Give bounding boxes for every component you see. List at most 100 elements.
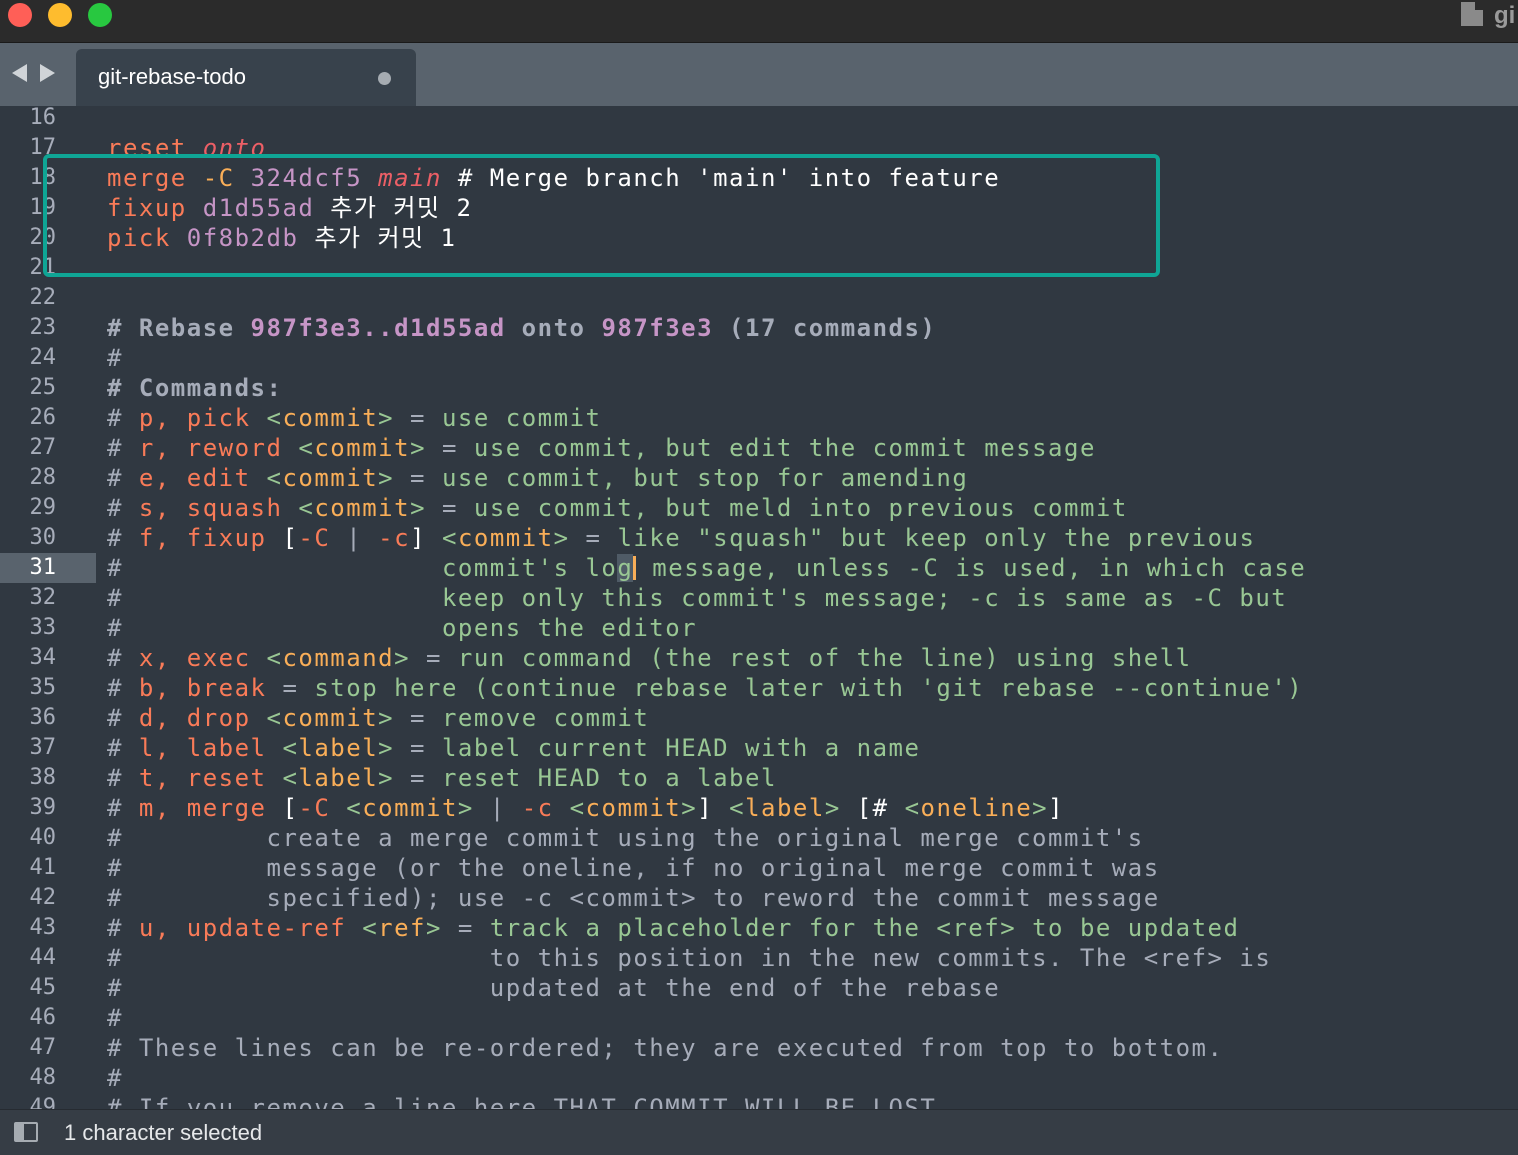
code-token: ] <box>410 524 442 552</box>
code-token: = <box>441 914 490 942</box>
code-token: to this position in the new commits. The… <box>489 944 1272 972</box>
code-token: d, drop <box>138 704 267 732</box>
tab-git-rebase-todo[interactable]: git-rebase-todo <box>76 49 416 106</box>
code-token: command <box>282 644 395 672</box>
code-token: -c <box>521 794 570 822</box>
unsaved-dot-icon[interactable] <box>378 72 391 85</box>
code-token: # s, squash <commit> = use commit, but m… <box>107 493 1128 523</box>
code-token: # create a merge commit using the origin… <box>107 824 1144 852</box>
text-selection: g <box>617 554 634 582</box>
code-token: merge <box>107 164 203 192</box>
line-number: 42 <box>29 885 57 910</box>
minimize-window-button[interactable] <box>48 3 72 27</box>
code-token: # specified); use -c <commit> to reword … <box>107 884 1160 912</box>
code-token: # r, reword <commit> = use commit, but e… <box>107 433 1096 463</box>
code-token: 추가 커밋 2 <box>330 194 473 222</box>
code-token: [ <box>282 794 299 822</box>
code-token: # p, pick <commit> = use commit <box>107 403 601 433</box>
title-bar: gi <box>0 0 1518 43</box>
line-number: 33 <box>29 615 57 640</box>
code-token: -C <box>298 794 347 822</box>
code-token: < <box>266 404 283 432</box>
code-token: # d, drop <commit> = remove commit <box>107 703 649 733</box>
code-token: < <box>282 734 299 762</box>
code-token: p, pick <box>138 404 267 432</box>
code-token: # Commands: <box>107 374 283 402</box>
code-token: keep only this commit's message; -c is s… <box>441 584 1288 612</box>
code-editor[interactable]: 16 17 reset onto 18 merge -C 324dcf5 main … <box>0 106 1518 1109</box>
code-token: > <box>457 794 474 822</box>
code-token: < <box>362 914 379 942</box>
code-token: < <box>282 764 299 792</box>
code-token: # <box>107 404 139 432</box>
line-number: 24 <box>29 345 57 370</box>
code-token: # <box>107 494 139 522</box>
code-token: commit <box>362 794 458 822</box>
line-number: 25 <box>29 375 57 400</box>
code-token: run command (the rest of the line) using… <box>457 644 1192 672</box>
code-token: commit <box>314 494 411 522</box>
line-number: 35 <box>29 675 57 700</box>
code-token: # <box>107 1064 123 1092</box>
code-token: # <box>107 464 139 492</box>
line-number: 34 <box>29 645 57 670</box>
close-window-button[interactable] <box>8 3 32 27</box>
code-token: # m, merge [-C <commit> | -c <commit>] <… <box>107 793 1064 823</box>
code-token: > <box>824 794 841 822</box>
line-number: 17 <box>29 135 57 160</box>
code-token: -C <box>202 164 251 192</box>
code-token: # u, update-ref <ref> = track a placehol… <box>107 913 1239 943</box>
code-token: f, fixup <box>138 524 283 552</box>
line-number: 36 <box>29 705 57 730</box>
code-token: = <box>394 464 442 492</box>
code-token: opens the editor <box>441 614 698 642</box>
line-number: 32 <box>29 585 57 610</box>
code-token: remove commit <box>441 704 650 732</box>
code-token: ] <box>697 794 730 822</box>
code-token: # t, reset <label> = reset HEAD to a lab… <box>107 763 777 793</box>
line-number: 47 <box>29 1035 57 1060</box>
code-token: # x, exec <command> = run command (the r… <box>107 643 1192 673</box>
code-token: # l, label <label> = label current HEAD … <box>107 733 920 763</box>
code-token: > <box>378 404 395 432</box>
code-token: = <box>394 704 442 732</box>
code-token: > <box>426 914 442 942</box>
code-token: reset onto <box>107 133 267 163</box>
forward-arrow-icon[interactable] <box>40 64 55 82</box>
code-token: commit <box>314 434 411 462</box>
code-token: commit <box>282 464 379 492</box>
zoom-window-button[interactable] <box>88 3 112 27</box>
code-token: < <box>266 644 283 672</box>
line-number: 28 <box>29 465 57 490</box>
code-token: track a placeholder for the <ref> to be … <box>489 914 1240 942</box>
code-token: r, reword <box>138 434 299 462</box>
code-token: < <box>266 704 283 732</box>
line-number: 46 <box>29 1005 57 1030</box>
code-token: > <box>410 434 427 462</box>
code-token: # <box>107 554 123 582</box>
line-number: 30 <box>29 525 57 550</box>
code-token: < <box>904 794 921 822</box>
code-token: oneline <box>920 794 1033 822</box>
code-token: = <box>394 764 442 792</box>
sidebar-toggle-icon[interactable] <box>14 1122 38 1142</box>
line-number: 43 <box>29 915 57 940</box>
code-token: = <box>426 434 474 462</box>
code-token: commit <box>282 704 379 732</box>
status-bar: 1 character selected <box>0 1109 1518 1155</box>
code-token: # <box>107 974 123 1002</box>
code-token: > <box>410 494 427 522</box>
back-arrow-icon[interactable] <box>12 64 27 82</box>
line-number: 27 <box>29 435 57 460</box>
code-token: ref <box>378 914 427 942</box>
code-token: label current HEAD with a name <box>441 734 921 762</box>
code-token: [ <box>282 524 299 552</box>
line-number: 26 <box>29 405 57 430</box>
code-token: l, label <box>138 734 283 762</box>
code-token: # keep only this commit's message; -c is… <box>107 583 1287 613</box>
code-token: label <box>298 734 379 762</box>
code-token: < <box>346 794 363 822</box>
